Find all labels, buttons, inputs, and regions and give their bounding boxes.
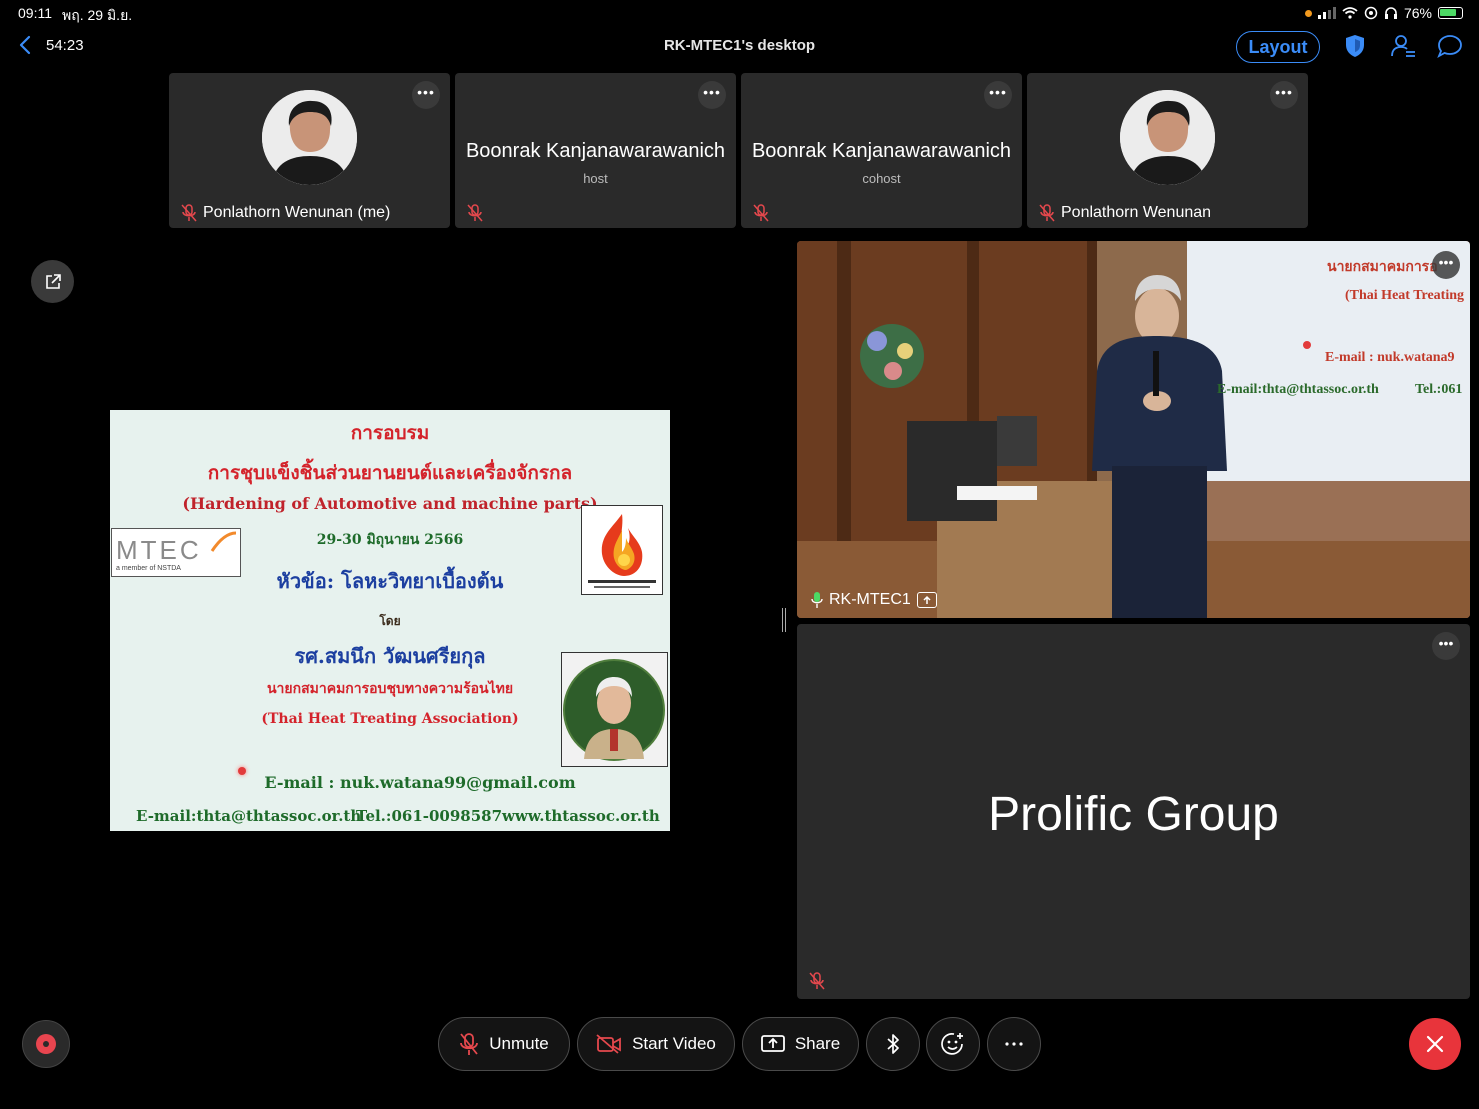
participant-role: cohost	[862, 171, 901, 186]
screen-share-icon	[916, 592, 937, 608]
svg-text:E-mail:thta@thtassoc.or.th: E-mail:thta@thtassoc.or.th	[1217, 382, 1379, 397]
tile-more-button[interactable]: •••	[1270, 81, 1298, 109]
avatar	[262, 90, 357, 185]
participant-role: host	[583, 171, 608, 186]
external-open-icon	[45, 273, 61, 289]
muted-mic-icon	[181, 204, 197, 222]
mtec-swoosh-icon	[210, 531, 237, 552]
cellular-signal-icon	[1317, 7, 1336, 19]
participant-tile-me[interactable]: ••• Ponlathorn Wenunan (me)	[169, 73, 450, 228]
mic-in-use-indicator	[1304, 9, 1312, 17]
slide-line: E-mail : nuk.watana99@gmail.com	[264, 773, 576, 792]
slide-footer-web: www.thtassoc.or.th	[502, 807, 660, 825]
svg-text:Tel.:061: Tel.:061	[1415, 382, 1462, 397]
svg-text:นายกสมาคมการอ: นายกสมาคมการอ	[1327, 260, 1438, 275]
status-bar: 09:11 พฤ. 29 มิ.ย. 76%	[0, 0, 1479, 28]
video-tile-label: RK-MTEC1	[811, 591, 937, 609]
battery-icon	[1438, 7, 1463, 19]
video-off-icon	[596, 1034, 621, 1054]
slide-line: การอบรม	[350, 422, 430, 444]
layout-button[interactable]: Layout	[1236, 31, 1320, 63]
security-button[interactable]	[1341, 32, 1369, 60]
meeting-topbar: 54:23 RK-MTEC1's desktop Layout	[0, 28, 1479, 64]
record-icon	[36, 1034, 56, 1054]
participant-tile-prolific[interactable]: ••• Prolific Group	[797, 624, 1470, 999]
share-label: Share	[794, 1034, 841, 1053]
share-button[interactable]: Share	[742, 1017, 859, 1071]
speaker-photo	[561, 652, 668, 767]
unmute-button[interactable]: Unmute	[438, 1017, 570, 1071]
share-screen-icon	[760, 1035, 785, 1052]
participants-icon	[1391, 35, 1415, 57]
bluetooth-icon	[887, 1034, 899, 1054]
more-icon	[1005, 1042, 1023, 1046]
slide-footer-email: E-mail:thta@thtassoc.or.th	[136, 807, 362, 825]
svg-text:(Thai Heat Treating: (Thai Heat Treating	[1345, 288, 1464, 303]
tile-more-button[interactable]: •••	[412, 81, 440, 109]
participant-tile[interactable]: ••• Ponlathorn Wenunan	[1027, 73, 1308, 228]
video-tile-name: RK-MTEC1	[829, 591, 911, 608]
tile-more-button[interactable]: •••	[1432, 251, 1460, 279]
start-video-label: Start Video	[632, 1034, 716, 1053]
muted-mic-icon	[467, 204, 483, 222]
status-indicators: 76%	[1304, 5, 1463, 21]
shared-screen-slide[interactable]: การอบรม การชุบแข็งชิ้นส่วนยานยนต์และเครื…	[110, 410, 670, 831]
status-date: พฤ. 29 มิ.ย.	[62, 7, 133, 23]
tile-more-button[interactable]: •••	[984, 81, 1012, 109]
avatar	[1120, 90, 1215, 185]
participants-button[interactable]	[1389, 32, 1417, 60]
shield-icon	[1346, 35, 1364, 57]
muted-mic-icon	[809, 972, 825, 990]
status-time: 09:11	[18, 5, 52, 21]
muted-mic-icon	[753, 204, 769, 222]
mtec-logo: MTEC a member of NSTDA	[111, 528, 241, 577]
slide-footer-tel: Tel.:061-0098587	[356, 807, 503, 825]
battery-percent: 76%	[1403, 5, 1432, 21]
reactions-button[interactable]	[926, 1017, 980, 1071]
mic-icon	[811, 592, 823, 608]
pop-out-share-button[interactable]	[31, 260, 74, 303]
participant-tile-cohost[interactable]: ••• Boonrak Kanjanawarawanich cohost	[741, 73, 1022, 228]
muted-mic-icon	[1039, 204, 1055, 222]
split-resize-handle[interactable]	[782, 608, 786, 632]
emoji-add-icon	[941, 1033, 963, 1055]
participant-name: Prolific Group	[988, 788, 1279, 841]
tile-more-button[interactable]: •••	[698, 81, 726, 109]
headphones-icon	[1384, 7, 1397, 19]
mtec-logo-text: MTEC	[116, 535, 202, 565]
thta-logo	[581, 505, 663, 595]
participant-name: Boonrak Kanjanawarawanich	[465, 140, 726, 162]
tile-more-button[interactable]: •••	[1432, 632, 1460, 660]
participant-name: Boonrak Kanjanawarawanich	[751, 140, 1012, 162]
screen-lock-icon	[1364, 6, 1378, 20]
wifi-icon	[1342, 7, 1358, 19]
unmute-label: Unmute	[489, 1034, 549, 1053]
close-icon	[1426, 1035, 1444, 1053]
more-options-button[interactable]	[987, 1017, 1041, 1071]
participant-name: Ponlathorn Wenunan	[1061, 204, 1212, 221]
start-video-button[interactable]: Start Video	[577, 1017, 735, 1071]
video-tile-presenter[interactable]: นายกสมาคมการอ (Thai Heat Treating E-mail…	[797, 241, 1470, 618]
svg-text:E-mail : nuk.watana9: E-mail : nuk.watana9	[1325, 350, 1455, 365]
chat-button[interactable]	[1436, 32, 1464, 60]
participant-tile-host[interactable]: ••• Boonrak Kanjanawarawanich host	[455, 73, 736, 228]
slide-line: โดย	[379, 614, 401, 628]
leave-meeting-button[interactable]	[1409, 1018, 1461, 1070]
slide-line: การชุบแข็งชิ้นส่วนยานยนต์และเครื่องจักรก…	[207, 462, 573, 484]
presenter-video-feed: นายกสมาคมการอ (Thai Heat Treating E-mail…	[797, 241, 1470, 618]
muted-mic-icon	[460, 1033, 479, 1055]
laser-pointer	[238, 767, 246, 775]
participant-name: Ponlathorn Wenunan (me)	[203, 204, 391, 221]
mtec-logo-subtitle: a member of NSTDA	[116, 565, 181, 572]
bluetooth-audio-button[interactable]	[866, 1017, 920, 1071]
chat-icon	[1437, 35, 1462, 58]
record-button[interactable]	[22, 1020, 70, 1068]
